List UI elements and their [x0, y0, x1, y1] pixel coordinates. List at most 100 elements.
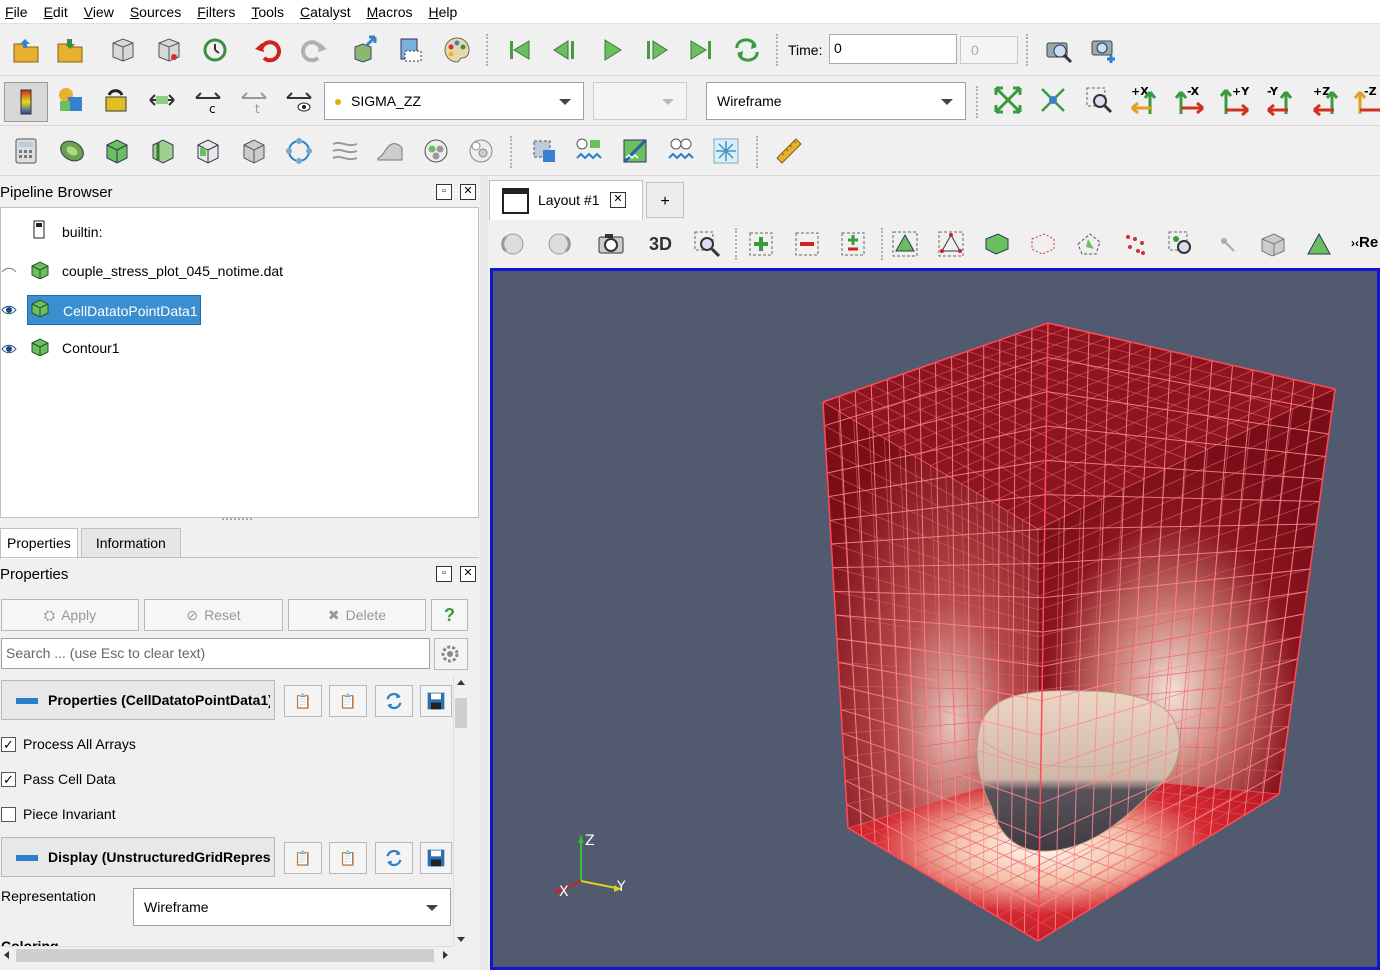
undo-icon[interactable]: [250, 32, 286, 68]
section-properties-header[interactable]: Properties (CellDatatoPointData1): [1, 680, 275, 720]
properties-search-input[interactable]: Search ... (use Esc to clear text): [1, 638, 430, 669]
open-file-icon[interactable]: [8, 32, 44, 68]
select-block-icon[interactable]: [979, 226, 1015, 262]
extract-selection-icon[interactable]: [526, 133, 562, 169]
zoom-to-data-icon[interactable]: [1035, 82, 1071, 118]
paste-icon[interactable]: 📋: [329, 685, 367, 717]
toggle-3d-button[interactable]: 3D: [649, 234, 672, 255]
close-icon[interactable]: ✕: [610, 192, 626, 208]
select-points-on-icon[interactable]: [789, 226, 825, 262]
help-button[interactable]: ?: [431, 599, 468, 631]
previous-frame-icon[interactable]: [548, 32, 584, 68]
save-data-icon[interactable]: [52, 32, 88, 68]
tab-properties[interactable]: Properties: [0, 528, 78, 559]
select-cells-on-icon[interactable]: [743, 226, 779, 262]
close-icon[interactable]: ✕: [460, 566, 476, 582]
color-variable-select[interactable]: SIGMA_ZZ: [324, 82, 584, 120]
representation-dropdown[interactable]: Wireframe: [133, 888, 451, 926]
component-select[interactable]: [593, 82, 687, 120]
process-all-arrays-checkbox[interactable]: ✓: [1, 737, 16, 752]
extract-subset-icon[interactable]: [236, 133, 272, 169]
plot-selection-over-time-icon[interactable]: [571, 133, 607, 169]
set-view-minus-z-button[interactable]: -Z: [1352, 82, 1380, 118]
scroll-left-icon[interactable]: [4, 951, 9, 959]
group-datasets-icon[interactable]: [418, 133, 454, 169]
refresh-icon[interactable]: [375, 842, 413, 874]
set-view-plus-y-button[interactable]: +Y: [1216, 82, 1256, 118]
splitter[interactable]: [480, 176, 488, 970]
add-camera-icon[interactable]: [1086, 32, 1122, 68]
play-icon[interactable]: [594, 32, 630, 68]
tab-layout-1[interactable]: Layout #1 ✕: [489, 180, 643, 220]
next-frame-icon[interactable]: [638, 32, 674, 68]
slice-icon[interactable]: [145, 133, 181, 169]
scroll-thumb[interactable]: [16, 949, 434, 962]
refresh-icon[interactable]: [375, 685, 413, 717]
piece-invariant-checkbox[interactable]: [1, 807, 16, 822]
menu-macros[interactable]: Macros: [362, 4, 422, 20]
pipeline-item-contour[interactable]: Contour1: [1, 334, 471, 362]
calculator-icon[interactable]: [8, 133, 44, 169]
rescale-custom-range-icon[interactable]: [144, 82, 180, 118]
scroll-right-icon[interactable]: [443, 951, 448, 959]
reset-camera-closest-button[interactable]: ›‹Re: [1351, 234, 1378, 251]
scroll-down-icon[interactable]: [457, 937, 465, 942]
render-view[interactable]: Z Y X: [490, 268, 1380, 970]
load-state-icon[interactable]: [105, 32, 141, 68]
set-view-plus-z-button[interactable]: +Z: [1308, 82, 1348, 118]
threshold-icon[interactable]: [190, 133, 226, 169]
menu-sources[interactable]: Sources: [125, 4, 190, 20]
camera-redo-icon[interactable]: [541, 226, 577, 262]
stream-tracer-icon[interactable]: [327, 133, 363, 169]
select-frustum-icon[interactable]: [1025, 226, 1061, 262]
menu-filters[interactable]: Filters: [192, 4, 244, 20]
disconnect-icon[interactable]: [393, 32, 429, 68]
palette-icon[interactable]: [439, 32, 475, 68]
pass-cell-data-checkbox[interactable]: ✓: [1, 772, 16, 787]
eye-open-icon[interactable]: [1, 344, 17, 354]
close-icon[interactable]: ✕: [460, 184, 476, 200]
time-step-spinbox[interactable]: 0: [960, 36, 1018, 64]
save-defaults-icon[interactable]: [420, 842, 452, 874]
splitter-handle[interactable]: [222, 518, 252, 522]
eye-closed-icon[interactable]: [1, 265, 17, 275]
color-legend-icon[interactable]: [4, 82, 48, 122]
undock-icon[interactable]: ▫: [436, 566, 452, 582]
capture-view-icon[interactable]: [593, 226, 629, 262]
select-points-polygon-icon[interactable]: [1117, 226, 1153, 262]
interactive-select-icon[interactable]: [1163, 226, 1199, 262]
menu-edit[interactable]: Edit: [39, 4, 77, 20]
pipeline-item-builtin[interactable]: builtin:: [1, 218, 471, 246]
clip-icon[interactable]: [99, 133, 135, 169]
menu-catalyst[interactable]: Catalyst: [295, 4, 360, 20]
copy-icon[interactable]: 📋: [284, 842, 322, 874]
copy-icon[interactable]: 📋: [284, 685, 322, 717]
set-view-plus-x-button[interactable]: +X: [1126, 82, 1166, 118]
camera-undo-icon[interactable]: [495, 226, 531, 262]
find-data-icon[interactable]: [708, 133, 744, 169]
zoom-to-box-icon[interactable]: [1081, 82, 1117, 118]
save-state-icon[interactable]: [151, 32, 187, 68]
section-display-header[interactable]: Display (UnstructuredGridRepresentation): [1, 837, 275, 877]
select-cells-through-icon[interactable]: [835, 226, 871, 262]
reset-camera-icon[interactable]: [990, 82, 1026, 118]
rescale-changing-range-icon[interactable]: c: [190, 82, 226, 118]
properties-vertical-scrollbar[interactable]: [453, 676, 468, 946]
set-view-minus-y-button[interactable]: -Y: [1262, 82, 1302, 118]
reload-icon[interactable]: [197, 32, 233, 68]
menu-tools[interactable]: Tools: [246, 4, 293, 20]
last-frame-icon[interactable]: [683, 32, 719, 68]
eye-open-icon[interactable]: [1, 305, 17, 315]
contour-icon[interactable]: [54, 133, 90, 169]
properties-horizontal-scrollbar[interactable]: [0, 946, 453, 964]
render-canvas[interactable]: Z Y X: [493, 271, 1377, 967]
grow-selection-icon[interactable]: [1301, 226, 1337, 262]
representation-select[interactable]: Wireframe: [706, 82, 966, 120]
menu-file[interactable]: File: [0, 4, 37, 20]
menu-view[interactable]: View: [79, 4, 123, 20]
extract-level-icon[interactable]: [463, 133, 499, 169]
glyph-icon[interactable]: [281, 133, 317, 169]
hover-points-icon[interactable]: [1209, 226, 1245, 262]
scroll-up-icon[interactable]: [457, 680, 465, 685]
select-points-interactively-icon[interactable]: [933, 226, 969, 262]
